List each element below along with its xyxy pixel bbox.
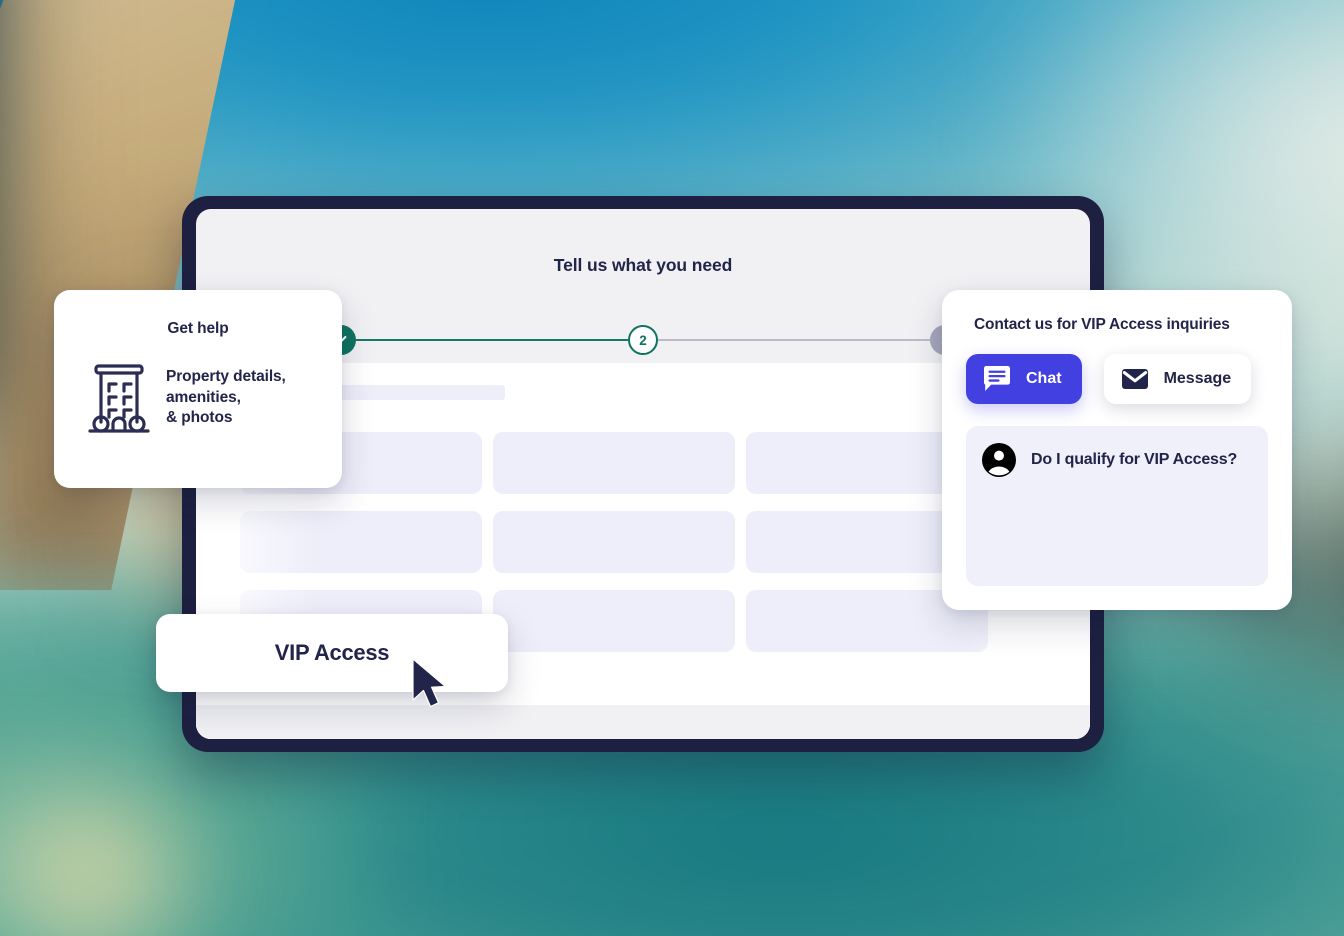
chat-button-label: Chat [1026, 370, 1062, 387]
content-area [240, 385, 1040, 652]
placeholder-card [493, 590, 735, 652]
chat-bubble-icon [983, 366, 1010, 391]
envelope-icon [1121, 369, 1148, 389]
vip-access-label: VIP Access [274, 640, 390, 665]
contact-method-buttons: Chat Message [942, 334, 1292, 404]
building-icon [88, 364, 150, 433]
background-light-blob [0, 760, 220, 936]
message-button[interactable]: Message [1103, 354, 1252, 404]
stepper-connector-1 [356, 339, 628, 341]
contact-card-title: Contact us for VIP Access inquiries [974, 316, 1230, 333]
contact-card: Contact us for VIP Access inquiries Chat… [942, 290, 1292, 610]
stepper-connector-2 [658, 339, 930, 341]
get-help-row: Property details, amenities, & photos [54, 338, 342, 436]
vip-access-card[interactable]: VIP Access [156, 614, 508, 692]
progress-stepper: 2 3 [326, 324, 960, 356]
placeholder-card [240, 511, 482, 573]
chat-button[interactable]: Chat [966, 354, 1082, 404]
user-avatar-icon [982, 443, 1016, 477]
get-help-card: Get help Property details, amenities, & … [54, 290, 342, 488]
placeholder-card [493, 432, 735, 494]
chat-panel: Do I qualify for VIP Access? [966, 426, 1268, 586]
screen-footer-bar [196, 705, 1090, 739]
page-title: Tell us what you need [553, 255, 733, 275]
get-help-description: Property details, amenities, & photos [166, 367, 286, 427]
step-indicator-2[interactable]: 2 [628, 325, 658, 355]
chat-message: Do I qualify for VIP Access? [966, 442, 1268, 478]
chat-question-text: Do I qualify for VIP Access? [1031, 451, 1238, 468]
placeholder-card [493, 511, 735, 573]
message-button-label: Message [1163, 370, 1232, 387]
get-help-title: Get help [167, 320, 229, 337]
